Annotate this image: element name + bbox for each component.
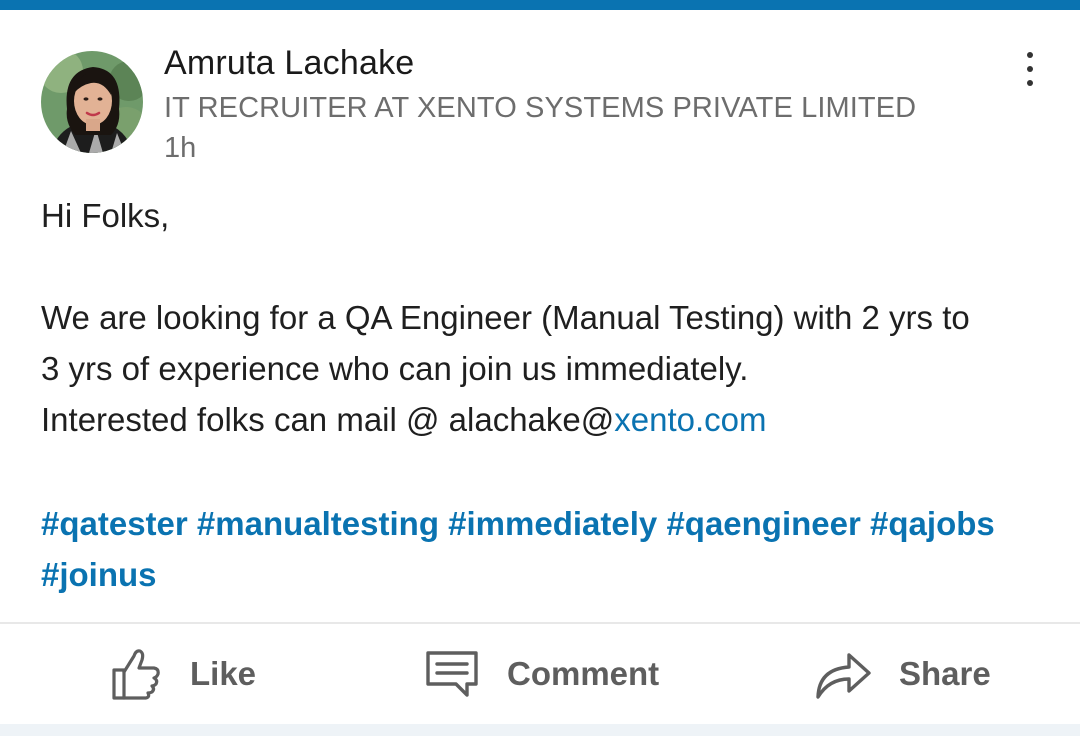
share-label: Share: [899, 655, 991, 692]
feed-background-strip: [0, 724, 1080, 736]
comment-button[interactable]: Comment: [425, 624, 659, 724]
share-arrow-icon: [816, 653, 871, 699]
post-body-line: 3 yrs of experience who can join us imme…: [41, 350, 749, 387]
hashtag-link[interactable]: #qatester: [41, 505, 188, 542]
post-body-line: Interested folks can mail @ alachake@xen…: [41, 394, 767, 445]
more-vertical-icon-dot: [1027, 80, 1033, 86]
profile-photo-icon: [41, 51, 143, 153]
feed-post: Amruta Lachake IT RECRUITER AT XENTO SYS…: [0, 10, 1080, 622]
post-body-line: We are looking for a QA Engineer (Manual…: [41, 299, 970, 336]
post-actions-bar: Like Comment Share: [0, 624, 1080, 724]
like-label: Like: [190, 655, 257, 692]
author-name[interactable]: Amruta Lachake: [164, 44, 414, 83]
like-button[interactable]: Like: [110, 624, 256, 724]
top-accent-bar: [0, 0, 1080, 10]
thumbs-up-icon: [112, 649, 160, 700]
author-avatar[interactable]: [41, 51, 143, 153]
contact-text: Interested folks can mail @ alachake@: [41, 401, 615, 438]
post-timestamp: 1h: [164, 132, 197, 164]
more-vertical-icon: [1027, 52, 1033, 58]
hashtag-link[interactable]: #joinus: [41, 556, 157, 593]
hashtag-link[interactable]: #qaengineer: [666, 505, 860, 542]
hashtag-link[interactable]: #immediately: [448, 505, 657, 542]
more-options-button[interactable]: [1010, 44, 1050, 94]
post-greeting: Hi Folks,: [41, 197, 170, 234]
hashtag-link[interactable]: #manualtesting: [197, 505, 439, 542]
share-button[interactable]: Share: [815, 624, 991, 724]
hashtag-list: #qatester #manualtesting #immediately #q…: [41, 498, 1051, 600]
email-domain-link[interactable]: xento.com: [614, 401, 766, 438]
hashtag-link[interactable]: #qajobs: [870, 505, 995, 542]
more-vertical-icon-dot: [1027, 66, 1033, 72]
comment-icon: [426, 651, 478, 697]
comment-label: Comment: [507, 655, 660, 692]
author-headline: IT RECRUITER AT XENTO SYSTEMS PRIVATE LI…: [164, 92, 917, 124]
